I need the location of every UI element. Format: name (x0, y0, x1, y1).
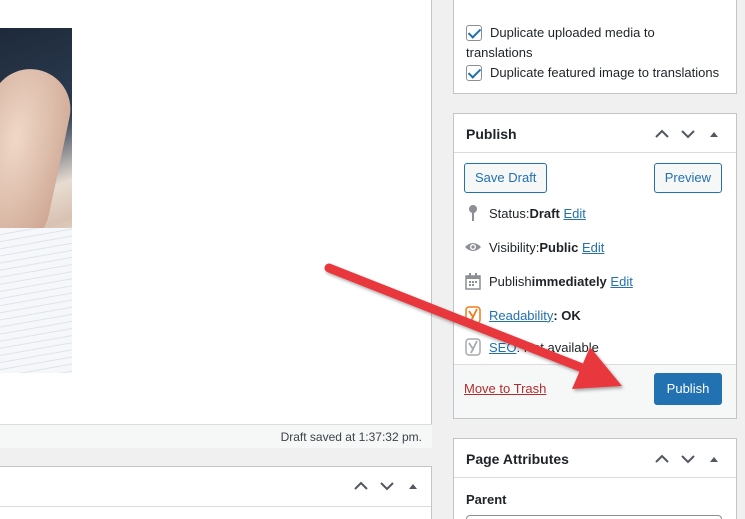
parent-label: Parent (466, 492, 507, 507)
lower-metabox (0, 466, 432, 519)
page-attributes-panel: Page Attributes Parent (453, 438, 737, 519)
lower-metabox-header (0, 467, 431, 507)
parent-select[interactable] (466, 515, 722, 519)
schedule-row: Publish immediately Edit (464, 272, 633, 290)
preview-button[interactable]: Preview (653, 163, 722, 193)
duplicate-media-label: Duplicate uploaded media to translations (466, 25, 655, 60)
triangle-up-icon[interactable] (706, 126, 722, 142)
status-label: Status: (489, 205, 530, 221)
save-draft-button[interactable]: Save Draft (464, 163, 548, 193)
pin-icon (464, 204, 482, 222)
visibility-row: Visibility: Public Edit (464, 238, 604, 256)
duplicate-media-option[interactable]: Duplicate uploaded media to translations (454, 23, 736, 63)
edit-status-link[interactable]: Edit (563, 206, 585, 221)
yoast-seo-icon (464, 338, 482, 356)
readability-row: Readability: OK (464, 306, 581, 324)
publish-button[interactable]: Publish (654, 373, 722, 405)
move-to-trash-link[interactable]: Move to Trash (464, 381, 546, 396)
calendar-icon (464, 272, 482, 290)
duplicate-featured-label: Duplicate featured image to translations (490, 65, 720, 80)
image-paper (0, 228, 72, 373)
draft-saved-text: Draft saved at 1:37:32 pm. (280, 430, 422, 444)
content-editor[interactable]: Draft saved at 1:37:32 pm. (0, 0, 432, 448)
duplicate-media-checkbox[interactable] (466, 25, 482, 41)
content-image[interactable] (0, 28, 72, 373)
editor-status-bar: Draft saved at 1:37:32 pm. (0, 424, 432, 448)
yoast-readability-icon (464, 306, 482, 324)
publish-panel-title: Publish (466, 126, 517, 142)
seo-value: : Not available (516, 339, 599, 355)
seo-row: SEO: Not available (464, 338, 599, 356)
status-row: Status: Draft Edit (464, 204, 586, 222)
edit-visibility-link[interactable]: Edit (582, 240, 604, 255)
duplicate-featured-option[interactable]: Duplicate featured image to translations (454, 63, 736, 83)
eye-icon (464, 238, 482, 256)
image-hand (0, 61, 72, 255)
visibility-value: Public (539, 239, 579, 255)
chevron-down-icon[interactable] (680, 126, 696, 142)
chevron-up-icon[interactable] (654, 126, 670, 142)
triangle-up-icon[interactable] (405, 478, 421, 494)
visibility-label: Visibility: (489, 239, 540, 255)
translation-options-panel: Duplicate uploaded media to translations… (453, 0, 737, 94)
readability-link[interactable]: Readability (489, 308, 553, 323)
chevron-up-icon[interactable] (353, 478, 369, 494)
publish-actions: Move to Trash Publish (454, 364, 736, 418)
seo-link[interactable]: SEO (489, 340, 516, 355)
status-value: Draft (529, 205, 560, 221)
page-attributes-title: Page Attributes (466, 451, 569, 467)
publish-panel-header: Publish (454, 114, 736, 153)
publish-timing-value: immediately (531, 273, 607, 289)
edit-schedule-link[interactable]: Edit (610, 274, 632, 289)
chevron-down-icon[interactable] (379, 478, 395, 494)
publish-label: Publish (489, 273, 532, 289)
readability-value: : OK (553, 307, 581, 323)
publish-panel: Publish Save Draft Preview Status: Draft… (453, 113, 737, 419)
chevron-up-icon[interactable] (654, 451, 670, 467)
editor-area: Draft saved at 1:37:32 pm. (0, 0, 432, 519)
page-attributes-header: Page Attributes (454, 439, 736, 478)
duplicate-featured-checkbox[interactable] (466, 65, 482, 81)
triangle-up-icon[interactable] (706, 451, 722, 467)
chevron-down-icon[interactable] (680, 451, 696, 467)
